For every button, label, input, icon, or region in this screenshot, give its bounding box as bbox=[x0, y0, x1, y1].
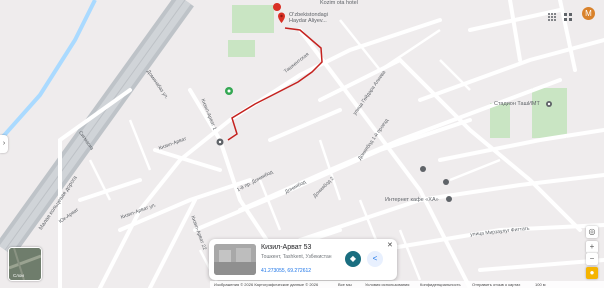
zoom-in-button[interactable]: + bbox=[586, 241, 598, 253]
park bbox=[232, 5, 274, 33]
directions-button[interactable]: ◆ bbox=[345, 251, 361, 267]
grid-menu-icon[interactable] bbox=[563, 9, 573, 21]
park bbox=[532, 88, 567, 138]
location-icon[interactable]: ◎ bbox=[586, 226, 598, 238]
zoom-out-button[interactable]: − bbox=[586, 253, 598, 265]
place-info-card[interactable]: Кизил-Арват 53 Тошкент, Tashkent, Узбеки… bbox=[209, 239, 397, 280]
stadium-label[interactable]: Стадион ТашИМТ bbox=[494, 101, 540, 107]
scale-label[interactable]: 100 м bbox=[535, 282, 546, 287]
street-view-thumbnail[interactable] bbox=[214, 244, 256, 275]
poi-icon bbox=[446, 196, 452, 202]
park bbox=[490, 103, 510, 138]
park bbox=[228, 40, 255, 57]
apps-icon[interactable] bbox=[547, 9, 557, 21]
country-link[interactable]: Все мы bbox=[338, 282, 352, 287]
share-icon: < bbox=[372, 254, 378, 263]
map-footer: Изображения © 2026 Картографические данн… bbox=[210, 281, 604, 288]
share-button[interactable]: < bbox=[367, 251, 383, 267]
privacy-link[interactable]: Конфиденциальность bbox=[420, 282, 461, 287]
internet-cafe-label[interactable]: Интернет кафе «ХА» bbox=[385, 197, 439, 203]
main-place-label[interactable]: O'zbekistondagi Haydar Aliyev... bbox=[289, 12, 328, 24]
avatar[interactable]: M bbox=[582, 7, 595, 20]
place-title: Кизил-Арват 53 bbox=[261, 244, 312, 251]
poi-icon bbox=[420, 166, 426, 172]
main-place-line: Haydar Aliyev... bbox=[289, 18, 327, 24]
place-coordinates[interactable]: 41.273055, 69.272612 bbox=[261, 268, 311, 274]
pegman-icon[interactable]: ● bbox=[586, 267, 598, 279]
collapse-panel-button[interactable]: › bbox=[0, 135, 8, 153]
copyright-text: Изображения © 2026 Картографические данн… bbox=[214, 281, 319, 287]
directions-icon: ◆ bbox=[349, 254, 357, 263]
poi-icon bbox=[443, 179, 449, 185]
close-icon[interactable]: ✕ bbox=[387, 241, 393, 249]
place-address: Тошкент, Tashkent, Узбекистан bbox=[261, 254, 332, 260]
terms-link[interactable]: Условия использования bbox=[365, 282, 409, 287]
feedback-link[interactable]: Отправить отзыв о картах bbox=[472, 282, 520, 287]
layers-label: Слои bbox=[13, 273, 24, 278]
layers-button[interactable]: Слои bbox=[8, 247, 42, 281]
top-poi-label: Kozim ota hotel bbox=[320, 0, 358, 6]
